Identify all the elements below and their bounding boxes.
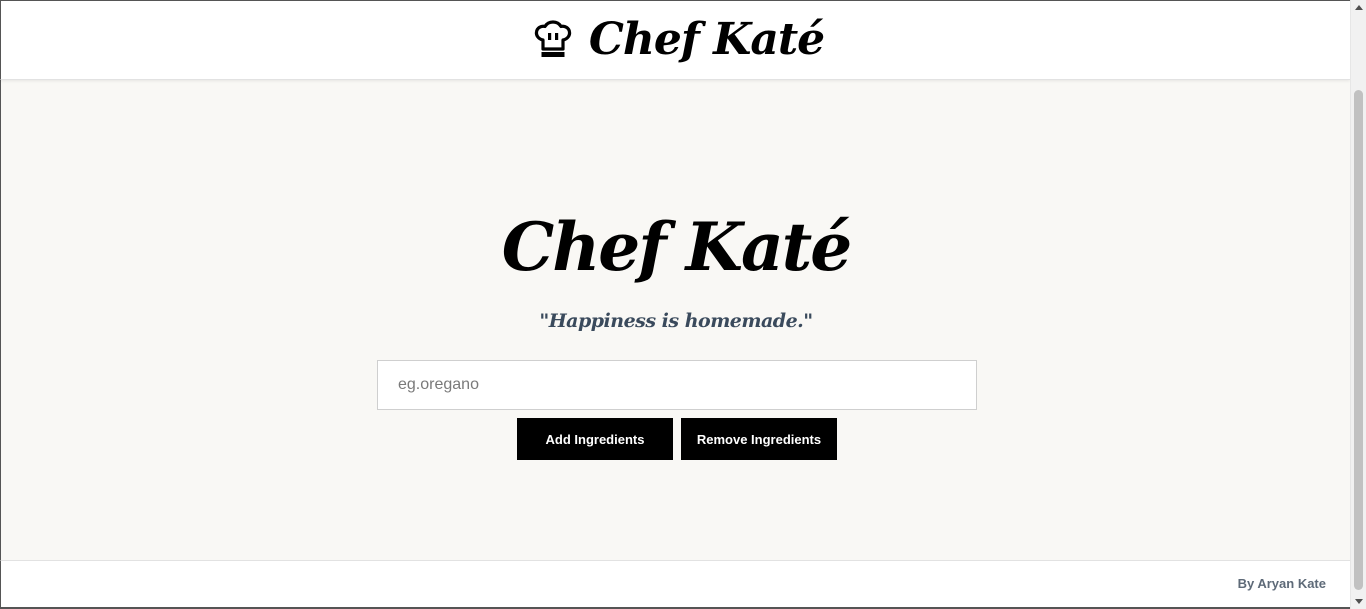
scrollbar-thumb[interactable] bbox=[1354, 90, 1363, 590]
brand[interactable]: Chef Katé bbox=[533, 14, 825, 65]
hero-title: Chef Katé bbox=[501, 208, 852, 286]
tagline: "Happiness is homemade." bbox=[539, 310, 813, 332]
brand-title: Chef Katé bbox=[588, 14, 825, 65]
footer-credit: By Aryan Kate bbox=[1237, 576, 1326, 591]
site-header: Chef Katé bbox=[0, 0, 1350, 80]
ingredient-input[interactable] bbox=[377, 360, 977, 410]
vertical-scrollbar[interactable] bbox=[1350, 0, 1366, 609]
site-footer: By Aryan Kate bbox=[0, 560, 1350, 609]
add-ingredients-button[interactable]: Add Ingredients bbox=[517, 418, 673, 460]
scroll-down-arrow-icon[interactable] bbox=[1351, 595, 1366, 609]
main-section: Chef Katé "Happiness is homemade." Add I… bbox=[0, 80, 1350, 560]
remove-ingredients-button[interactable]: Remove Ingredients bbox=[681, 418, 837, 460]
chef-hat-icon bbox=[533, 20, 573, 60]
app-viewport: Chef Katé Chef Katé "Happiness is homema… bbox=[0, 0, 1350, 609]
scroll-up-arrow-icon[interactable] bbox=[1351, 0, 1366, 14]
